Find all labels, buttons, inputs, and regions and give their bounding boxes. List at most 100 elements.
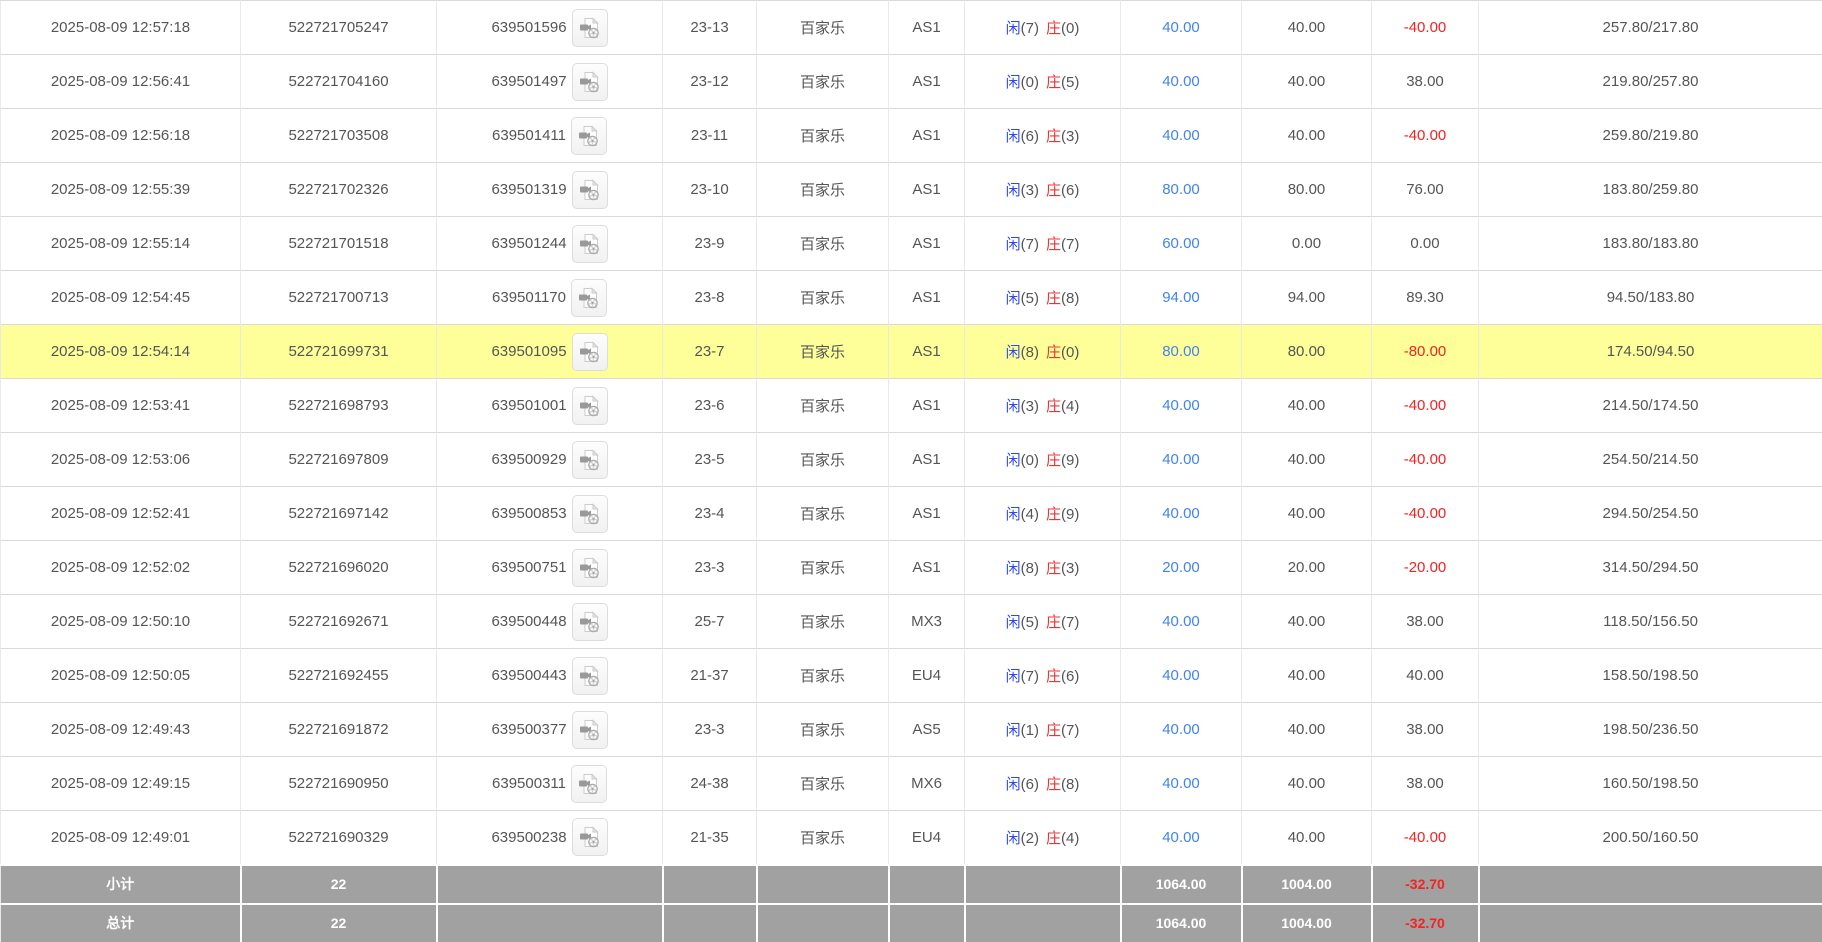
total-win-loss: -32.70 <box>1370 902 1480 942</box>
cell-result: 闲(5) 庄(8) <box>964 270 1121 325</box>
cell-result: 闲(1) 庄(7) <box>964 702 1121 757</box>
cell-valid-amount: 80.00 <box>1241 162 1372 217</box>
bet-amount-link[interactable]: 40.00 <box>1162 451 1200 468</box>
video-preview-button[interactable] <box>571 170 608 209</box>
player-result-label: 闲 <box>1005 614 1021 631</box>
cell-game-no: 639500443 <box>436 648 663 703</box>
game-no-text: 639500929 <box>491 451 567 468</box>
cell-balance: 174.50/94.50 <box>1478 324 1822 379</box>
banker-result-label: 庄 <box>1046 829 1062 847</box>
cell-bet-time: 2025-08-09 12:52:41 <box>0 486 241 541</box>
cell-round: 23-10 <box>662 162 757 217</box>
video-preview-button[interactable] <box>571 8 608 47</box>
total-label: 总计 <box>0 902 242 942</box>
cell-win-loss: -40.00 <box>1371 432 1479 487</box>
cell-valid-amount: 80.00 <box>1241 324 1372 379</box>
video-preview-button[interactable] <box>571 62 608 101</box>
cell-bet-amount: 40.00 <box>1120 108 1242 163</box>
footer-empty-cell <box>435 902 664 942</box>
player-result-label: 闲 <box>1005 20 1021 37</box>
table-row: 2025-08-09 12:54:14 522721699731 6395010… <box>0 324 1822 379</box>
subtotal-count: 22 <box>239 863 438 905</box>
banker-points: (3) <box>1061 128 1080 145</box>
footer-empty-cell <box>887 863 966 905</box>
cell-win-loss: -20.00 <box>1371 540 1479 595</box>
bet-amount-link[interactable]: 80.00 <box>1162 343 1200 360</box>
cell-round: 23-6 <box>662 378 757 433</box>
bet-amount-link[interactable]: 40.00 <box>1162 73 1200 90</box>
banker-result-label: 庄 <box>1046 182 1062 199</box>
cell-game-type: 百家乐 <box>756 162 889 217</box>
cell-round: 23-3 <box>662 702 757 757</box>
cell-game-type: 百家乐 <box>756 0 889 55</box>
cell-bet-amount: 80.00 <box>1120 324 1242 379</box>
banker-result-label: 庄 <box>1046 128 1062 145</box>
bet-amount-link[interactable]: 20.00 <box>1162 559 1200 576</box>
cell-table-name: AS1 <box>888 108 965 163</box>
cell-order-no: 522721696020 <box>240 540 437 595</box>
subtotal-bet-amount: 1064.00 <box>1119 863 1243 905</box>
game-no-text: 639500751 <box>491 559 567 576</box>
cell-game-type: 百家乐 <box>756 810 889 865</box>
video-film-document-icon <box>578 124 598 146</box>
banker-points: (3) <box>1061 560 1080 577</box>
player-points: (8) <box>1020 560 1039 577</box>
video-preview-button[interactable] <box>571 710 608 749</box>
video-preview-button[interactable] <box>571 548 608 587</box>
cell-bet-time: 2025-08-09 12:53:06 <box>0 432 241 487</box>
cell-balance: 314.50/294.50 <box>1478 540 1822 595</box>
video-preview-button[interactable] <box>570 764 607 803</box>
cell-game-no: 639501244 <box>436 216 663 271</box>
banker-result-label: 庄 <box>1046 74 1062 91</box>
video-preview-button[interactable] <box>570 116 607 155</box>
cell-valid-amount: 94.00 <box>1241 270 1372 325</box>
video-film-document-icon <box>579 826 599 848</box>
video-preview-button[interactable] <box>571 602 608 641</box>
video-preview-button[interactable] <box>571 386 608 425</box>
cell-result: 闲(8) 庄(3) <box>964 540 1121 595</box>
video-preview-button[interactable] <box>571 494 608 533</box>
bet-amount-link[interactable]: 40.00 <box>1162 505 1200 522</box>
video-preview-button[interactable] <box>571 818 608 857</box>
cell-game-type: 百家乐 <box>756 756 889 811</box>
bet-amount-link[interactable]: 40.00 <box>1162 667 1200 684</box>
banker-points: (6) <box>1061 182 1080 199</box>
bet-amount-link[interactable]: 40.00 <box>1162 613 1200 630</box>
bet-amount-link[interactable]: 40.00 <box>1162 397 1200 414</box>
cell-valid-amount: 40.00 <box>1241 810 1372 865</box>
video-preview-button[interactable] <box>571 656 608 695</box>
cell-round: 23-11 <box>662 108 757 163</box>
table-row: 2025-08-09 12:57:18 522721705247 6395015… <box>0 0 1822 55</box>
footer-total-row: 总计 22 1064.00 1004.00 -32.70 <box>0 902 1822 942</box>
player-result-label: 闲 <box>1005 668 1021 685</box>
bet-amount-link[interactable]: 40.00 <box>1162 127 1200 144</box>
video-preview-button[interactable] <box>570 278 607 317</box>
cell-order-no: 522721692455 <box>240 648 437 703</box>
table-row: 2025-08-09 12:52:41 522721697142 6395008… <box>0 486 1822 541</box>
cell-balance: 183.80/259.80 <box>1478 162 1822 217</box>
cell-game-no: 639501596 <box>436 0 663 55</box>
cell-round: 21-35 <box>662 810 757 865</box>
bet-amount-link[interactable]: 60.00 <box>1162 235 1200 252</box>
video-preview-button[interactable] <box>571 440 608 479</box>
bet-amount-link[interactable]: 80.00 <box>1162 181 1200 198</box>
total-count: 22 <box>239 902 438 942</box>
bet-amount-link[interactable]: 40.00 <box>1162 19 1200 36</box>
cell-bet-amount: 40.00 <box>1120 54 1242 109</box>
subtotal-win-loss: -32.70 <box>1370 863 1480 905</box>
bet-amount-link[interactable]: 40.00 <box>1162 829 1200 846</box>
bet-amount-link[interactable]: 40.00 <box>1162 721 1200 738</box>
game-no-text: 639501001 <box>491 397 567 414</box>
cell-table-name: AS1 <box>888 162 965 217</box>
banker-points: (9) <box>1061 506 1080 523</box>
video-preview-button[interactable] <box>571 224 608 263</box>
bet-amount-link[interactable]: 94.00 <box>1162 289 1200 306</box>
player-points: (7) <box>1020 236 1039 253</box>
cell-valid-amount: 40.00 <box>1241 702 1372 757</box>
cell-table-name: AS1 <box>888 486 965 541</box>
video-preview-button[interactable] <box>571 332 608 371</box>
cell-game-no: 639500238 <box>436 810 663 865</box>
bet-amount-link[interactable]: 40.00 <box>1162 775 1200 792</box>
cell-balance: 183.80/183.80 <box>1478 216 1822 271</box>
table-row: 2025-08-09 12:56:41 522721704160 6395014… <box>0 54 1822 109</box>
